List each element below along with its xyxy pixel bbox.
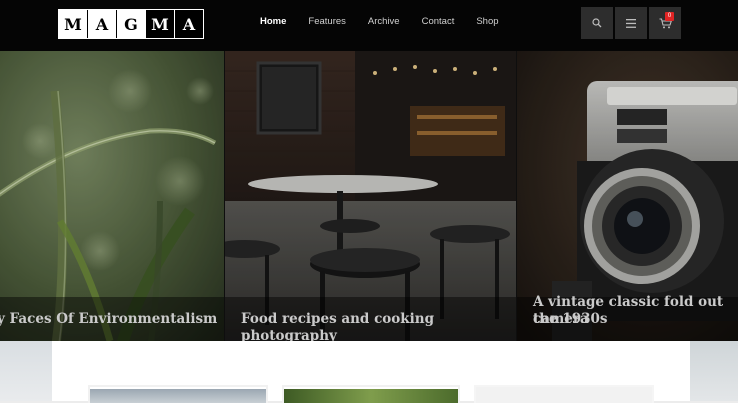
post-card[interactable]: [88, 385, 268, 403]
post-card[interactable]: [474, 385, 654, 403]
slide-vintage-camera[interactable]: A vintage classic fold out camera the 19…: [517, 51, 738, 341]
nav-contact[interactable]: Contact: [422, 16, 455, 27]
slide-food-recipes[interactable]: Food recipes and cooking photography: [225, 51, 516, 341]
logo-letter: M: [59, 10, 87, 38]
slide-caption-line-2[interactable]: the 1930s: [533, 311, 608, 328]
slide-caption[interactable]: Food recipes and cooking photography: [241, 311, 516, 341]
background-right: [690, 341, 738, 401]
featured-slider: y Faces Of Environmentalism Food recipes…: [0, 51, 738, 341]
nav-archive[interactable]: Archive: [368, 16, 400, 27]
site-logo[interactable]: M A G M A: [58, 9, 204, 39]
slide-environment[interactable]: y Faces Of Environmentalism: [0, 51, 224, 341]
nav-home[interactable]: Home: [260, 16, 286, 27]
slide-caption[interactable]: y Faces Of Environmentalism: [0, 311, 217, 328]
logo-letter: A: [174, 10, 203, 38]
menu-button[interactable]: [615, 7, 647, 39]
nav-features[interactable]: Features: [308, 16, 346, 27]
nav-shop[interactable]: Shop: [476, 16, 498, 27]
logo-letter: G: [116, 10, 145, 38]
logo-letter: A: [87, 10, 116, 38]
post-card[interactable]: [282, 385, 460, 403]
background-left: [0, 341, 52, 401]
logo-letter: M: [145, 10, 174, 38]
search-button[interactable]: [581, 7, 613, 39]
main-nav: Home Features Archive Contact Shop: [260, 16, 521, 27]
site-header: M A G M A Home Features Archive Contact …: [0, 0, 738, 51]
cart-count-badge: 0: [665, 12, 674, 21]
search-icon: [592, 18, 602, 28]
menu-icon: [626, 18, 636, 28]
cart-button[interactable]: 0: [649, 7, 681, 39]
